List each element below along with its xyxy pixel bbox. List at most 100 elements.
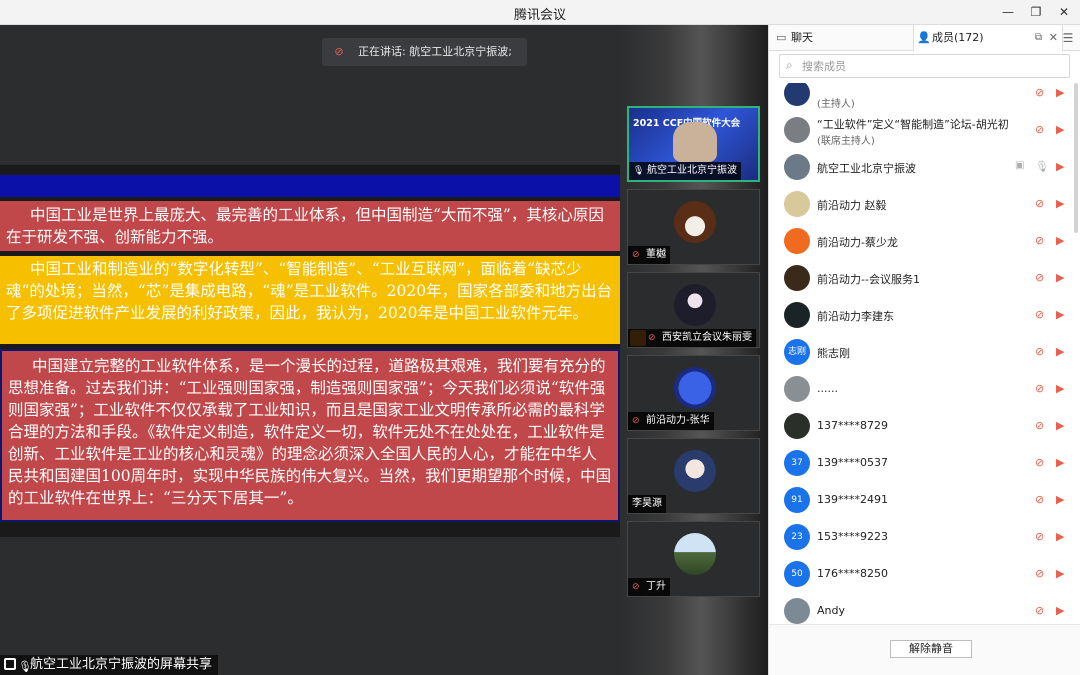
avatar: 志刚 <box>784 339 810 365</box>
mic-muted-icon[interactable]: ⊘ <box>1035 567 1044 580</box>
search-input[interactable] <box>802 57 1062 75</box>
camera-off-icon[interactable]: ▶ <box>1056 530 1064 543</box>
member-row[interactable]: 23 153****9223 ⊘ ▶ <box>769 519 1080 556</box>
mic-muted-icon[interactable]: ⊘ <box>1035 530 1044 543</box>
panel-footer: 解除静音 <box>769 624 1080 675</box>
mic-muted-icon[interactable]: ⊘ <box>1035 382 1044 395</box>
maximize-icon[interactable]: ❐ <box>1026 3 1046 21</box>
camera-off-icon[interactable]: ▶ <box>1056 604 1064 617</box>
tab-members[interactable]: 👤 成员(172) ⧉ ✕ <box>913 25 1063 51</box>
member-row[interactable]: 志刚 熊志刚 ⊘ ▶ <box>769 334 1080 371</box>
mic-muted-icon[interactable]: ⊘ <box>1035 123 1044 136</box>
video-tile[interactable]: ⊘ 前沿动力-张华 <box>627 355 760 431</box>
member-list: (主持人) ⊘ ▶ “工业软件”定义“智能制造”论坛-胡光初 (联席主持人) ⊘ ▶ 航空工业… <box>769 83 1080 624</box>
chat-icon: ▭ <box>776 31 787 44</box>
mic-icon[interactable]: 🎙 <box>1035 160 1049 173</box>
camera-off-icon[interactable]: ▶ <box>1056 86 1064 99</box>
video-tile[interactable]: ⊘ 西安凯立会议朱丽雯 <box>627 272 760 348</box>
member-name: 熊志刚 <box>817 347 850 360</box>
camera-off-icon[interactable]: ▶ <box>1056 382 1064 395</box>
mic-muted-icon[interactable]: ⊘ <box>1035 234 1044 247</box>
member-row[interactable]: 91 139****2491 ⊘ ▶ <box>769 482 1080 519</box>
member-name: 139****0537 <box>817 456 888 469</box>
camera-off-icon[interactable]: ▶ <box>1056 271 1064 284</box>
camera-off-icon[interactable]: ▶ <box>1056 493 1064 506</box>
mic-muted-icon[interactable]: ⊘ <box>1035 86 1044 99</box>
mic-muted-icon[interactable]: ⊘ <box>1035 604 1044 617</box>
member-row[interactable]: Andy ⊘ ▶ <box>769 593 1080 624</box>
slide-paragraph-3: 中国建立完整的工业软件体系，是一个漫长的过程，道路极其艰难，我们要有充分的思想准… <box>0 349 620 522</box>
video-tile[interactable]: ⊘ 丁升 <box>627 521 760 597</box>
video-tile-name: ⊘ 西安凯立会议朱丽雯 <box>628 329 756 347</box>
member-row[interactable]: 航空工业北京宁振波 ▣ 🎙 ▶ <box>769 149 1080 186</box>
mic-muted-icon[interactable]: ⊘ <box>1035 345 1044 358</box>
minimize-icon[interactable]: — <box>998 3 1018 21</box>
speaking-text: 正在讲话: 航空工业北京宁振波; <box>358 45 512 58</box>
mic-muted-icon[interactable]: ⊘ <box>1035 308 1044 321</box>
member-role: (主持人) <box>817 99 855 110</box>
member-name: Andy <box>817 604 845 617</box>
mic-muted-icon: ⊘ <box>334 45 344 58</box>
slide-paragraph-1: 中国工业是世界上最庞大、最完善的工业体系，但中国制造“大而不强”，其核心原因在于… <box>0 201 620 251</box>
member-row[interactable]: 前沿动力--会议服务1 ⊘ ▶ <box>769 260 1080 297</box>
camera-off-icon[interactable]: ▶ <box>1056 308 1064 321</box>
slide-paragraph-2: 中国工业和制造业的“数字化转型”、“智能制造”、“工业互联网”，面临着“缺芯少魂… <box>0 256 620 344</box>
video-tile[interactable]: 李昊源 <box>627 438 760 514</box>
mic-muted-icon[interactable]: ⊘ <box>1035 419 1044 432</box>
screen-share-icon: ▣ <box>1015 160 1025 171</box>
member-row[interactable]: 37 139****0537 ⊘ ▶ <box>769 445 1080 482</box>
avatar <box>674 367 716 409</box>
popout-icon[interactable]: ⧉ <box>1035 25 1042 51</box>
mic-muted-icon: ⊘ <box>632 582 640 592</box>
member-row[interactable]: 50 176****8250 ⊘ ▶ <box>769 556 1080 593</box>
avatar: 91 <box>784 487 810 513</box>
camera-off-icon[interactable]: ▶ <box>1056 234 1064 247</box>
member-row[interactable]: 前沿动力李建东 ⊘ ▶ <box>769 297 1080 334</box>
mic-muted-icon: ⊘ <box>648 333 656 343</box>
tab-chat[interactable]: ▭ 聊天 <box>773 25 913 51</box>
member-row[interactable]: (主持人) ⊘ ▶ <box>769 83 1080 112</box>
menu-icon[interactable]: ☰ <box>1059 29 1077 47</box>
panel-tabs: ▭ 聊天 👤 成员(172) ⧉ ✕ ☰ <box>769 25 1080 51</box>
video-tile-speaker[interactable]: 2021 CCF中国软件大会 🎙航空工业北京宁振波 <box>627 106 760 182</box>
close-icon[interactable]: ✕ <box>1049 25 1058 51</box>
mic-muted-icon: ⊘ <box>632 416 640 426</box>
speaker-person <box>673 122 717 162</box>
member-name: ...... <box>817 382 838 395</box>
mic-muted-icon[interactable]: ⊘ <box>1035 197 1044 210</box>
video-tile-name: 李昊源 <box>628 495 666 513</box>
scrollbar[interactable] <box>1074 83 1078 233</box>
avatar <box>784 302 810 328</box>
speaking-indicator: ⊘ 正在讲话: 航空工业北京宁振波; <box>322 38 527 66</box>
member-row[interactable]: 前沿动力 赵毅 ⊘ ▶ <box>769 186 1080 223</box>
camera-off-icon[interactable]: ▶ <box>1056 197 1064 210</box>
camera-off-icon[interactable]: ▶ <box>1056 160 1064 173</box>
close-icon[interactable]: ✕ <box>1054 3 1074 21</box>
camera-off-icon[interactable]: ▶ <box>1056 123 1064 136</box>
avatar <box>784 598 810 624</box>
avatar <box>674 201 716 243</box>
member-row[interactable]: ...... ⊘ ▶ <box>769 371 1080 408</box>
video-tile-name: ⊘ 丁升 <box>628 578 670 596</box>
window-titlebar: 腾讯会议 — ❐ ✕ <box>0 0 1080 25</box>
camera-off-icon[interactable]: ▶ <box>1056 419 1064 432</box>
avatar <box>784 154 810 180</box>
window-title: 腾讯会议 <box>513 8 566 23</box>
mic-muted-icon[interactable]: ⊘ <box>1035 456 1044 469</box>
person-icon: 👤 <box>917 31 931 44</box>
video-tile[interactable]: ⊘ 董樾 <box>627 189 760 265</box>
unmute-button[interactable]: 解除静音 <box>890 640 972 658</box>
avatar: 50 <box>784 561 810 587</box>
member-row[interactable]: “工业软件”定义“智能制造”论坛-胡光初 (联席主持人) ⊘ ▶ <box>769 112 1080 149</box>
member-row[interactable]: 前沿动力-蔡少龙 ⊘ ▶ <box>769 223 1080 260</box>
member-name: “工业软件”定义“智能制造”论坛-胡光初 <box>817 118 1009 131</box>
camera-off-icon[interactable]: ▶ <box>1056 456 1064 469</box>
member-row[interactable]: 137****8729 ⊘ ▶ <box>769 408 1080 445</box>
camera-off-icon[interactable]: ▶ <box>1056 345 1064 358</box>
camera-off-icon[interactable]: ▶ <box>1056 567 1064 580</box>
screen-share-icon <box>4 658 16 670</box>
mic-muted-icon[interactable]: ⊘ <box>1035 271 1044 284</box>
mic-muted-icon[interactable]: ⊘ <box>1035 493 1044 506</box>
avatar <box>784 228 810 254</box>
member-name: 137****8729 <box>817 419 888 432</box>
